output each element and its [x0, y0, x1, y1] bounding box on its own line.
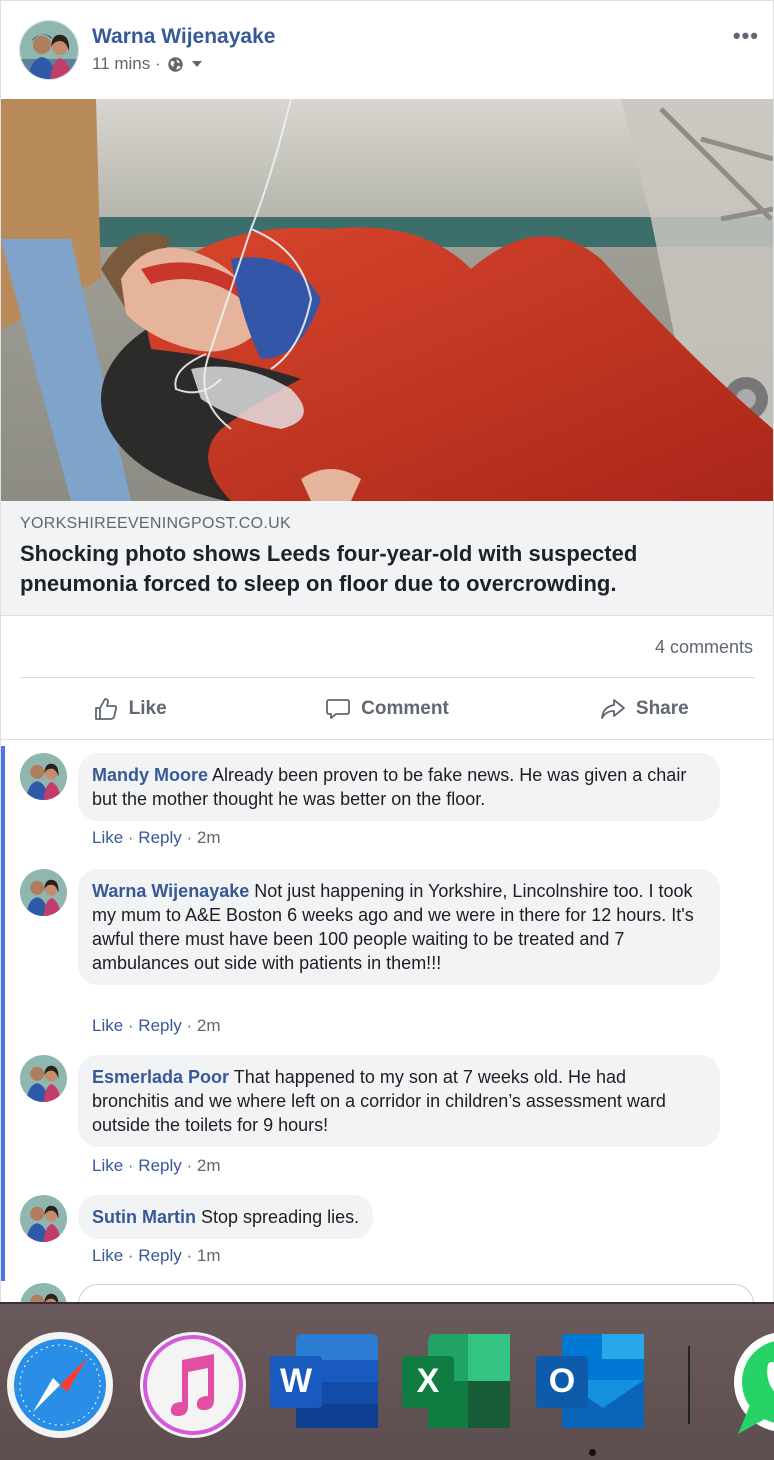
- comment-like-link[interactable]: Like: [92, 1016, 123, 1035]
- avatar[interactable]: [20, 1195, 67, 1242]
- whatsapp-icon[interactable]: [726, 1330, 774, 1440]
- comment-reply-link[interactable]: Reply: [138, 1016, 181, 1035]
- facebook-post: Warna Wijenayake 11 mins · ••• YORKSHIRE…: [0, 0, 774, 1302]
- link-domain: YORKSHIREEVENINGPOST.CO.UK: [20, 515, 291, 532]
- running-indicator: [589, 1449, 596, 1456]
- comment-button[interactable]: Comment: [258, 679, 515, 739]
- like-button[interactable]: Like: [1, 679, 258, 739]
- comment-bubble: Esmerlada Poor That happened to my son a…: [78, 1055, 720, 1147]
- outlook-icon[interactable]: O: [536, 1330, 646, 1440]
- safari-icon[interactable]: [5, 1330, 115, 1440]
- commenter-name[interactable]: Warna Wijenayake: [92, 881, 249, 901]
- excel-icon[interactable]: X: [402, 1330, 512, 1440]
- audience-caret-icon[interactable]: [191, 61, 202, 67]
- commenter-name[interactable]: Mandy Moore: [92, 765, 208, 785]
- comment-like-link[interactable]: Like: [92, 1156, 123, 1175]
- comment-bubble: Mandy Moore Already been proven to be fa…: [78, 753, 720, 821]
- avatar[interactable]: [20, 1055, 67, 1102]
- post-header: Warna Wijenayake 11 mins · •••: [1, 1, 773, 99]
- word-letter: W: [280, 1362, 313, 1400]
- link-title[interactable]: Shocking photo shows Leeds four-year-old…: [20, 539, 760, 599]
- avatar[interactable]: [20, 869, 67, 916]
- divider: [1, 739, 773, 740]
- avatar[interactable]: [20, 753, 67, 800]
- comment-time[interactable]: 2m: [197, 1016, 221, 1035]
- comments-section: Mandy Moore Already been proven to be fa…: [1, 741, 773, 1302]
- commenter-name[interactable]: Sutin Martin: [92, 1207, 196, 1227]
- more-options-icon[interactable]: •••: [733, 23, 759, 49]
- link-preview[interactable]: YORKSHIREEVENINGPOST.CO.UK Shocking phot…: [1, 501, 773, 616]
- thumbs-up-icon: [94, 698, 117, 720]
- comment-bubble: Sutin Martin Stop spreading lies.: [78, 1195, 374, 1239]
- avatar: [20, 1283, 67, 1302]
- comment-text: Stop spreading lies.: [201, 1207, 360, 1227]
- comment-time[interactable]: 2m: [197, 1156, 221, 1175]
- share-button[interactable]: Share: [516, 679, 773, 739]
- share-label: Share: [635, 698, 689, 719]
- comment-reply-link[interactable]: Reply: [138, 828, 181, 847]
- comment-like-link[interactable]: Like: [92, 828, 123, 847]
- like-label: Like: [128, 698, 167, 719]
- itunes-icon[interactable]: [138, 1330, 248, 1440]
- comment-like-link[interactable]: Like: [92, 1246, 123, 1265]
- comment-actions: Like · Reply · 1m: [92, 1246, 221, 1265]
- post-photo[interactable]: [1, 99, 773, 501]
- share-arrow-icon: [601, 699, 625, 719]
- macos-dock: W X O: [0, 1302, 774, 1460]
- post-actions: Like Comment Share: [1, 679, 773, 739]
- author-avatar[interactable]: [19, 20, 79, 80]
- comment-time[interactable]: 1m: [197, 1246, 221, 1265]
- write-comment-row: [1, 1281, 773, 1302]
- comment-time[interactable]: 2m: [197, 828, 221, 847]
- commenter-name[interactable]: Esmerlada Poor: [92, 1067, 229, 1087]
- excel-letter: X: [417, 1362, 440, 1400]
- comment-bubble-icon: [326, 699, 351, 719]
- comment-reply-link[interactable]: Reply: [138, 1156, 181, 1175]
- comments-count[interactable]: 4 comments: [655, 637, 753, 658]
- outlook-letter: O: [549, 1362, 575, 1400]
- globe-icon[interactable]: [167, 56, 184, 73]
- comment-bubble: Warna Wijenayake Not just happening in Y…: [78, 869, 720, 985]
- comment-reply-link[interactable]: Reply: [138, 1246, 181, 1265]
- write-comment-input[interactable]: [78, 1284, 754, 1302]
- comment-label: Comment: [361, 698, 449, 719]
- post-author-name[interactable]: Warna Wijenayake: [92, 25, 275, 49]
- comment-actions: Like · Reply · 2m: [92, 1016, 221, 1035]
- dock-separator: [688, 1346, 690, 1424]
- post-meta: 11 mins ·: [92, 54, 202, 74]
- comment-actions: Like · Reply · 2m: [92, 828, 221, 847]
- comment-actions: Like · Reply · 2m: [92, 1156, 221, 1175]
- word-icon[interactable]: W: [270, 1330, 380, 1440]
- new-comments-indicator: [1, 746, 5, 1281]
- post-timestamp[interactable]: 11 mins ·: [92, 54, 161, 74]
- divider: [20, 677, 755, 678]
